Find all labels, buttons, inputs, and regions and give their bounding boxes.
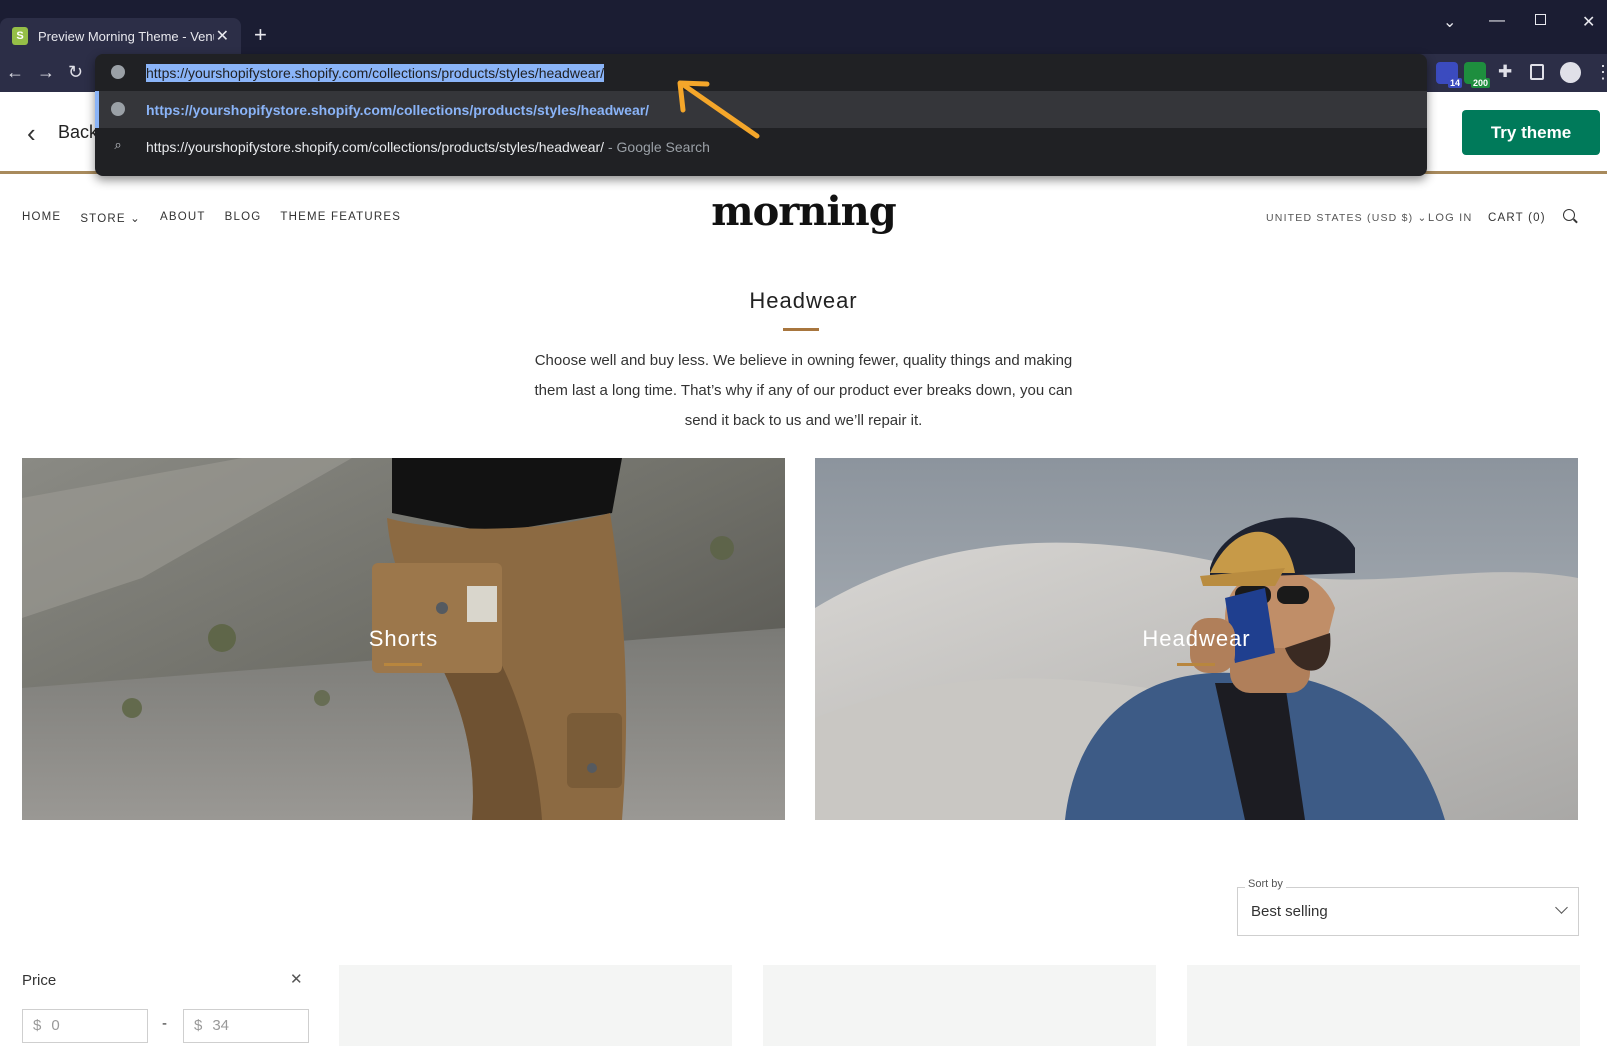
currency-symbol: $	[33, 1017, 42, 1034]
browser-titlebar: S Preview Morning Theme - Venue ✕ + ⌄ — …	[0, 0, 1607, 54]
maximize-icon[interactable]	[1535, 14, 1546, 25]
chevron-down-icon	[1555, 901, 1568, 914]
price-max-value: 34	[212, 1017, 230, 1034]
search-icon: ⌕	[114, 137, 122, 152]
collection-tile-shorts[interactable]: Shorts	[22, 458, 785, 820]
sort-label: Sort by	[1245, 878, 1286, 890]
tile-underline	[1177, 663, 1215, 666]
try-theme-button[interactable]: Try theme	[1462, 110, 1600, 155]
chevron-down-icon: ⌄	[1417, 212, 1428, 224]
extension-icon-2[interactable]: 200	[1464, 62, 1490, 88]
new-tab-icon[interactable]: +	[254, 24, 267, 46]
product-card[interactable]	[339, 965, 732, 1046]
currency-symbol: $	[194, 1017, 203, 1034]
description-line: send it back to us and we’ll repair it.	[684, 412, 923, 429]
menu-dots-icon[interactable]: ⋮	[1594, 62, 1607, 82]
sort-value: Best selling	[1251, 903, 1328, 920]
product-card[interactable]	[763, 965, 1156, 1046]
globe-icon	[111, 65, 125, 79]
login-link[interactable]: LOG IN	[1428, 212, 1473, 224]
tab-title: Preview Morning Theme - Venue	[38, 28, 214, 44]
back-link[interactable]: Back	[58, 122, 98, 143]
cart-link[interactable]: CART (0)	[1488, 212, 1546, 224]
profile-avatar-icon[interactable]	[1560, 62, 1581, 83]
url-text: https://yourshopifystore.shopify.com/col…	[146, 63, 605, 82]
description-line: them last a long time. That’s why if any…	[534, 382, 1073, 399]
tile-label: Shorts	[368, 626, 439, 651]
tile-label: Headwear	[1142, 626, 1251, 651]
collection-tile-headwear[interactable]: Headwear	[815, 458, 1578, 820]
price-filter-label: Price	[22, 972, 57, 989]
collection-title: Headwear	[749, 288, 858, 313]
browser-tab[interactable]: S Preview Morning Theme - Venue ✕	[0, 18, 241, 54]
puzzle-icon[interactable]: ✚	[1498, 62, 1512, 82]
tab-search-icon[interactable]: ⌄	[1443, 12, 1456, 32]
currency-label: UNITED STATES (USD $)	[1266, 212, 1414, 224]
price-min-value: 0	[51, 1017, 60, 1034]
extension-badge: 200	[1470, 78, 1490, 88]
suggestion-url: https://yourshopifystore.shopify.com/col…	[146, 101, 650, 118]
collection-description: Choose well and buy less. We believe in …	[500, 346, 1107, 436]
tile-underline	[384, 663, 422, 666]
suggestion-search-text: https://yourshopifystore.shopify.com/col…	[146, 138, 605, 155]
url-input[interactable]: https://yourshopifystore.shopify.com/col…	[146, 63, 605, 82]
sort-select[interactable]: Best selling	[1237, 887, 1579, 936]
product-card[interactable]	[1187, 965, 1580, 1046]
extension-icon-1[interactable]: 14	[1436, 62, 1462, 88]
close-icon[interactable]: ✕	[290, 970, 303, 988]
shopify-icon: S	[12, 27, 28, 45]
forward-arrow-icon[interactable]: →	[37, 62, 55, 82]
side-panel-icon[interactable]	[1530, 64, 1544, 80]
minimize-icon[interactable]: —	[1489, 12, 1505, 30]
price-range-dash: -	[162, 1015, 167, 1032]
price-min-input[interactable]: $0	[22, 1009, 148, 1043]
description-line: Choose well and buy less. We believe in …	[534, 352, 1073, 369]
title-underline	[783, 328, 819, 331]
chevron-left-icon[interactable]: ‹	[27, 120, 36, 146]
close-window-icon[interactable]: ✕	[1582, 12, 1595, 32]
suggestion-search: https://yourshopifystore.shopify.com/col…	[146, 139, 710, 155]
reload-icon[interactable]: ↻	[68, 62, 83, 82]
search-icon[interactable]	[1563, 209, 1575, 221]
currency-selector[interactable]: UNITED STATES (USD $) ⌄	[1266, 212, 1427, 224]
extension-badge: 14	[1447, 78, 1462, 88]
price-max-input[interactable]: $34	[183, 1009, 309, 1043]
globe-icon	[111, 102, 125, 116]
back-arrow-icon[interactable]: ←	[6, 62, 24, 82]
annotation-arrow-icon	[677, 80, 760, 139]
close-tab-icon[interactable]: ✕	[216, 26, 229, 46]
